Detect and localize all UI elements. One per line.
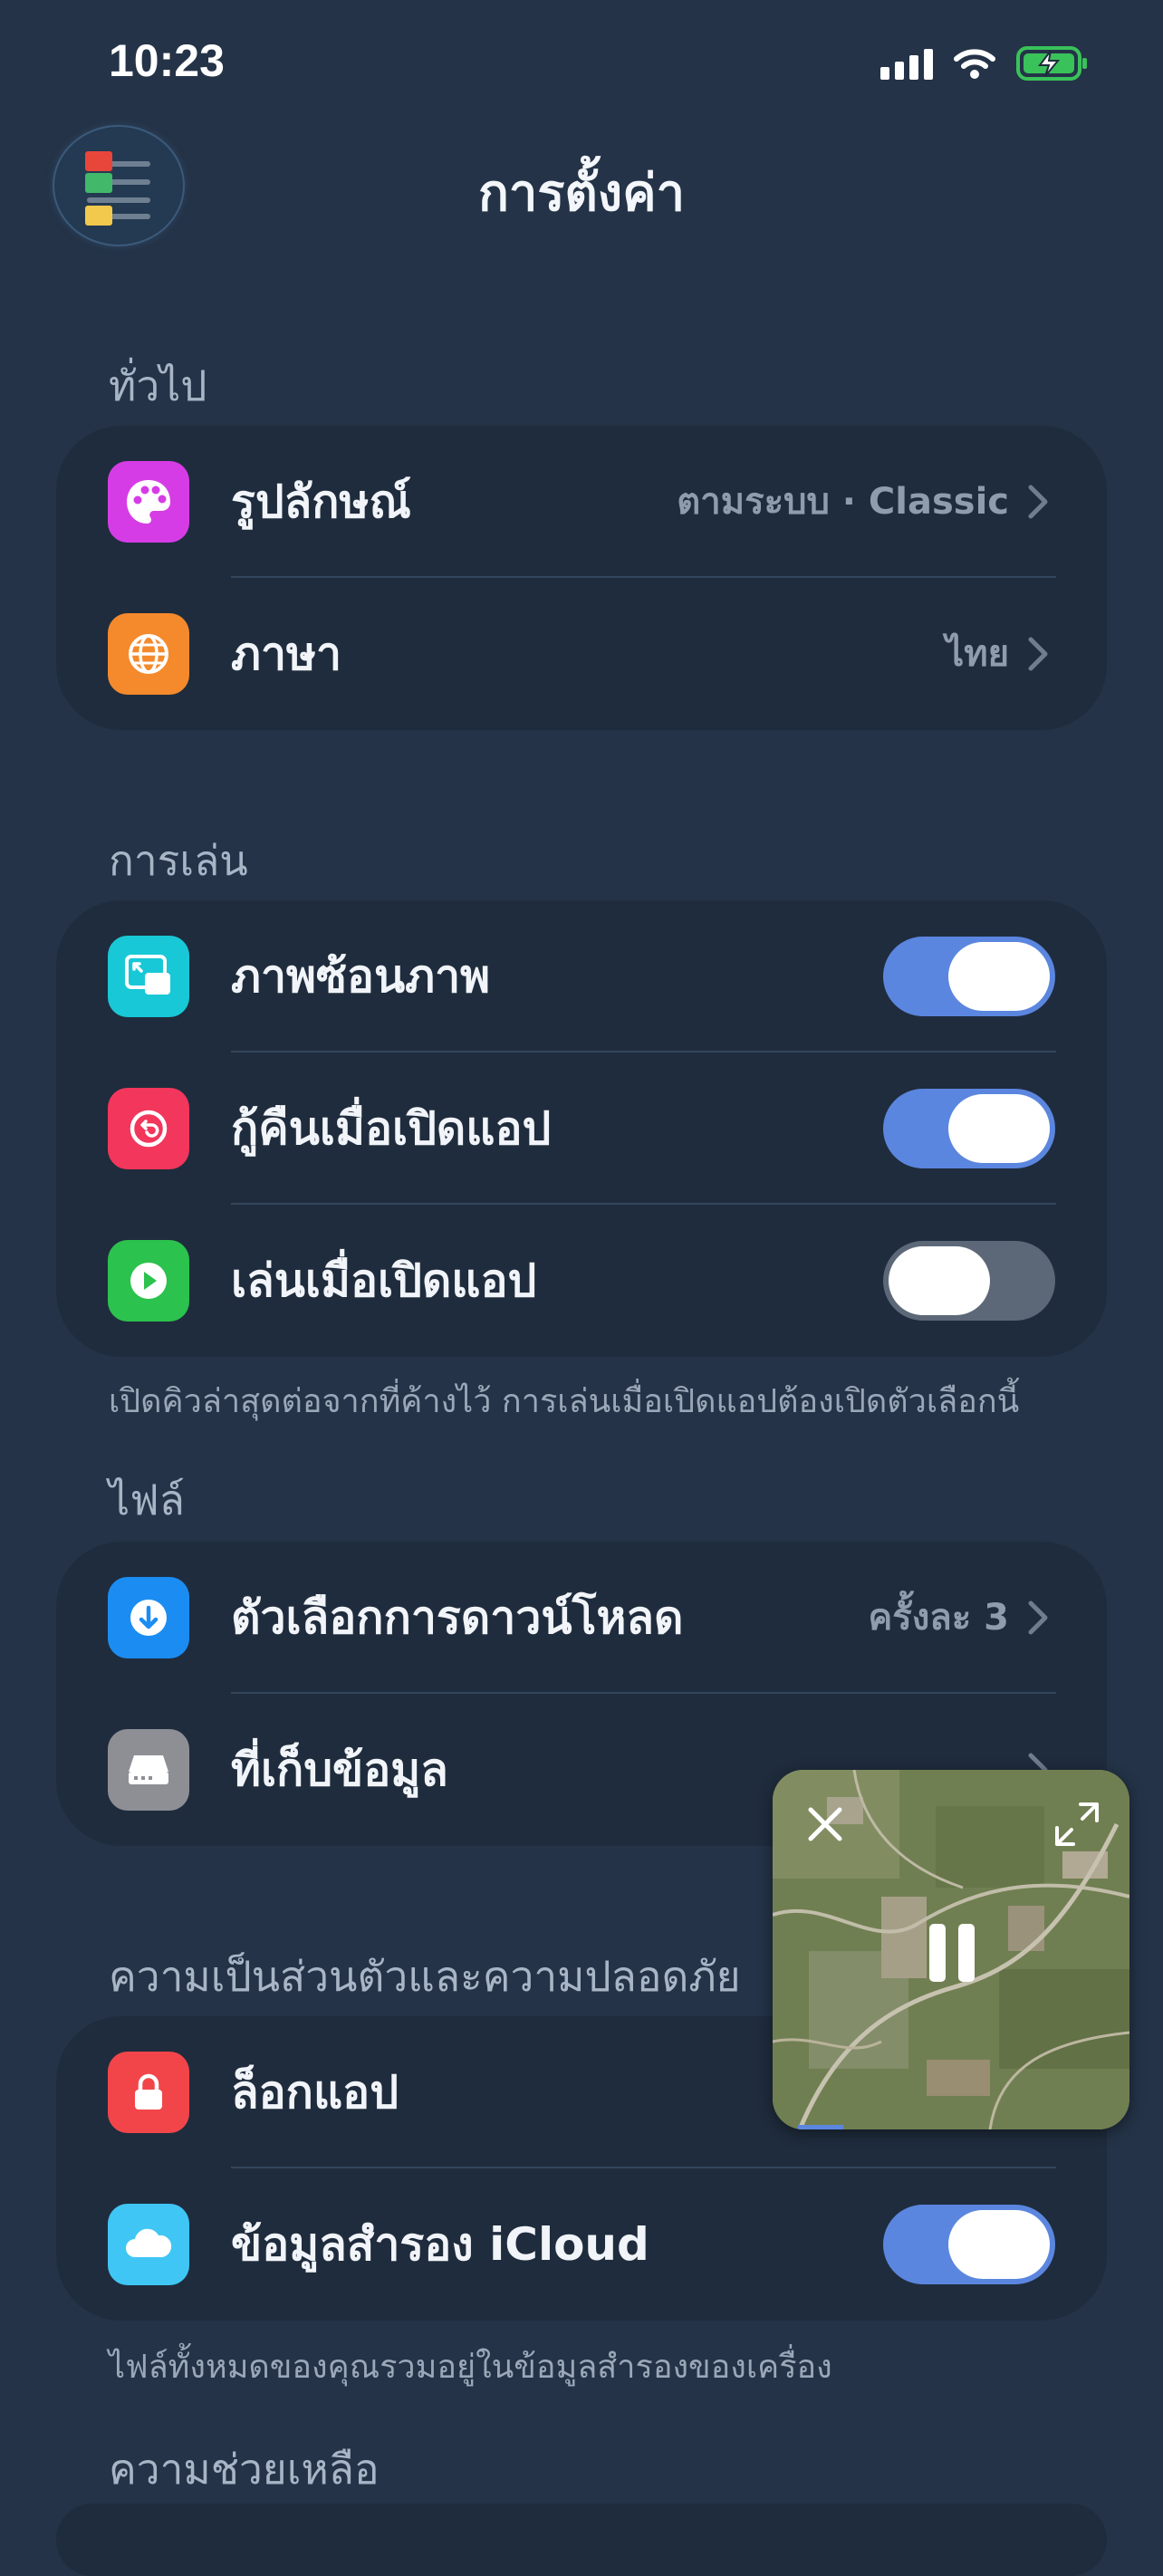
section-header-privacy: ความเป็นส่วนตัวและความปลอดภัย bbox=[109, 1952, 741, 2001]
cellular-signal-icon bbox=[880, 47, 933, 80]
row-label: เล่นเมื่อเปิดแอป bbox=[231, 1254, 537, 1307]
status-icons bbox=[880, 45, 1089, 82]
chevron-right-icon bbox=[1028, 637, 1048, 671]
wifi-icon bbox=[954, 49, 995, 79]
pause-icon[interactable] bbox=[920, 1917, 984, 1989]
expand-icon[interactable] bbox=[1050, 1797, 1104, 1851]
section-footer-privacy: ไฟล์ทั้งหมดของคุณรวมอยู่ในข้อมูลสำรองของ… bbox=[109, 2349, 832, 2386]
row-label: ล็อกแอป bbox=[231, 2066, 399, 2119]
row-download-options[interactable]: ตัวเลือกการดาวน์โหลด ครั้งละ 3 bbox=[56, 1542, 1107, 1694]
card-playback: ภาพซ้อนภาพ กู้คืนเมื่อเปิดแอป เล่นเมื่อเ… bbox=[56, 900, 1107, 1357]
section-header-help: ความช่วยเหลือ bbox=[109, 2445, 380, 2494]
status-bar: 10:23 bbox=[0, 0, 1163, 127]
globe-icon bbox=[108, 613, 189, 695]
storage-drive-icon bbox=[108, 1729, 189, 1811]
restore-toggle[interactable] bbox=[883, 1089, 1055, 1168]
row-value: ตามระบบ · Classic bbox=[677, 481, 1009, 523]
chevron-right-icon bbox=[1028, 1600, 1048, 1635]
status-time: 10:23 bbox=[109, 35, 225, 86]
section-header-files: ไฟล์ bbox=[109, 1475, 185, 1524]
lock-icon bbox=[108, 2052, 189, 2133]
row-label: รูปลักษณ์ bbox=[231, 476, 411, 528]
picture-in-picture-icon bbox=[108, 936, 189, 1017]
chevron-right-icon bbox=[1028, 485, 1048, 519]
row-picture-in-picture: ภาพซ้อนภาพ bbox=[56, 900, 1107, 1053]
pip-toggle[interactable] bbox=[883, 937, 1055, 1016]
row-value: ไทย bbox=[946, 633, 1009, 675]
close-icon[interactable] bbox=[798, 1797, 852, 1851]
play-icon bbox=[108, 1240, 189, 1322]
row-play-on-launch: เล่นเมื่อเปิดแอป bbox=[56, 1205, 1107, 1357]
row-icloud-backup: ข้อมูลสำรอง iCloud bbox=[56, 2168, 1107, 2321]
row-label: ข้อมูลสำรอง iCloud bbox=[231, 2218, 649, 2271]
card-general: รูปลักษณ์ ตามระบบ · Classic ภาษา ไทย bbox=[56, 426, 1107, 730]
section-footer-playback: เปิดคิวล่าสุดต่อจากที่ค้างไว้ การเล่นเมื… bbox=[109, 1383, 1020, 1420]
row-language[interactable]: ภาษา ไทย bbox=[56, 578, 1107, 730]
card-help bbox=[56, 2504, 1107, 2576]
battery-charging-icon bbox=[1016, 46, 1087, 81]
section-header-playback: การเล่น bbox=[109, 836, 248, 885]
cloud-icon bbox=[108, 2204, 189, 2285]
pip-video-window[interactable] bbox=[773, 1770, 1129, 2129]
row-restore-on-launch: กู้คืนเมื่อเปิดแอป bbox=[56, 1053, 1107, 1205]
page-title: การตั้งค่า bbox=[477, 164, 686, 223]
restore-icon bbox=[108, 1088, 189, 1169]
toggle-knob bbox=[948, 2210, 1050, 2279]
pip-progress-bar bbox=[798, 2125, 843, 2129]
row-appearance[interactable]: รูปลักษณ์ ตามระบบ · Classic bbox=[56, 426, 1107, 578]
download-icon bbox=[108, 1577, 189, 1658]
row-label: ภาพซ้อนภาพ bbox=[231, 950, 491, 1003]
toggle-knob bbox=[948, 1094, 1050, 1163]
row-label: ตัวเลือกการดาวน์โหลด bbox=[231, 1591, 684, 1644]
row-label: ที่เก็บข้อมูล bbox=[231, 1744, 448, 1796]
palette-icon bbox=[108, 461, 189, 543]
row-value: ครั้งละ 3 bbox=[868, 1597, 1009, 1639]
row-label: กู้คืนเมื่อเปิดแอป bbox=[231, 1102, 552, 1155]
section-header-general: ทั่วไป bbox=[109, 361, 207, 410]
row-label: ภาษา bbox=[231, 628, 342, 680]
icloud-backup-toggle[interactable] bbox=[883, 2205, 1055, 2284]
toggle-knob bbox=[948, 942, 1050, 1011]
toggle-knob bbox=[889, 1246, 990, 1315]
play-on-launch-toggle[interactable] bbox=[883, 1241, 1055, 1321]
